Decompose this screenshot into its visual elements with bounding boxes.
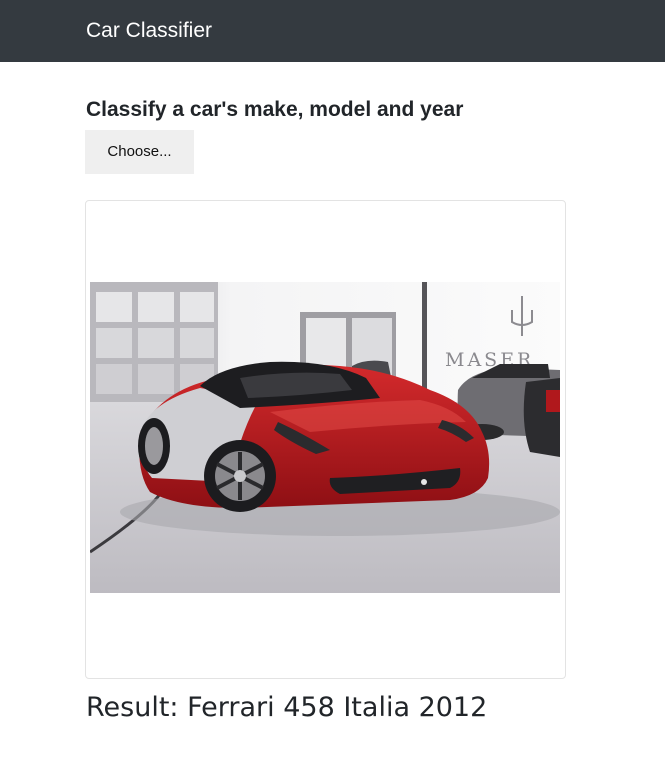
classification-result: Result: Ferrari 458 Italia 2012: [86, 692, 488, 723]
top-navbar: Car Classifier: [0, 0, 665, 62]
choose-file-button[interactable]: Choose...: [85, 130, 194, 174]
navbar-brand[interactable]: Car Classifier: [86, 18, 212, 44]
page-title: Classify a car's make, model and year: [86, 98, 464, 121]
uploaded-car-image: MASER: [90, 282, 560, 593]
